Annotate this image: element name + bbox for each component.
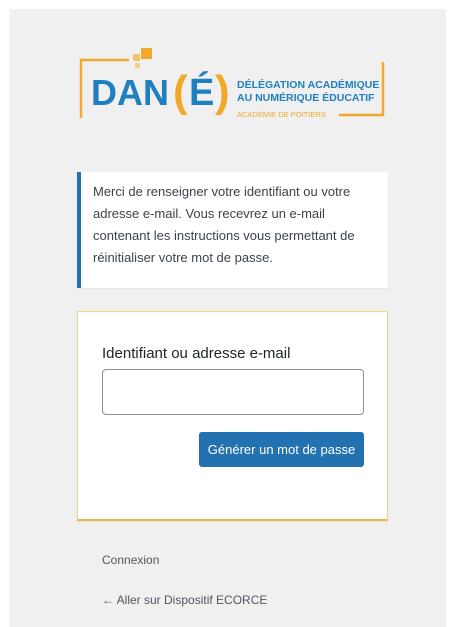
username-email-input[interactable] (102, 369, 364, 415)
username-email-label: Identifiant ou adresse e-mail (102, 345, 291, 362)
login-link[interactable]: Connexion (102, 553, 159, 567)
lost-password-form: Identifiant ou adresse e-mail Générer un… (77, 311, 388, 521)
logo-graphic: DAN ( É ) DÉLÉGATION ACADÉMIQUE AU NUMÉR… (79, 48, 385, 119)
svg-text:(: ( (173, 67, 188, 116)
logo-e-text: É (189, 70, 214, 114)
logo-dan-text: DAN (91, 72, 169, 113)
logo-line3: ACADÉMIE DE POITIERS (237, 110, 326, 119)
logo-line1: DÉLÉGATION ACADÉMIQUE (237, 78, 379, 91)
generate-password-button[interactable]: Générer un mot de passe (199, 432, 364, 467)
svg-text:): ) (215, 67, 230, 116)
reset-instructions-notice: Merci de renseigner votre identifiant ou… (77, 172, 388, 288)
dane-logo[interactable]: DAN ( É ) DÉLÉGATION ACADÉMIQUE AU NUMÉR… (77, 40, 389, 122)
back-to-site-link[interactable]: ← Aller sur Dispositif ECORCE (102, 593, 267, 607)
logo-line2: AU NUMÉRIQUE ÉDUCATIF (237, 91, 375, 104)
notice-text: Merci de renseigner votre identifiant ou… (93, 184, 355, 265)
